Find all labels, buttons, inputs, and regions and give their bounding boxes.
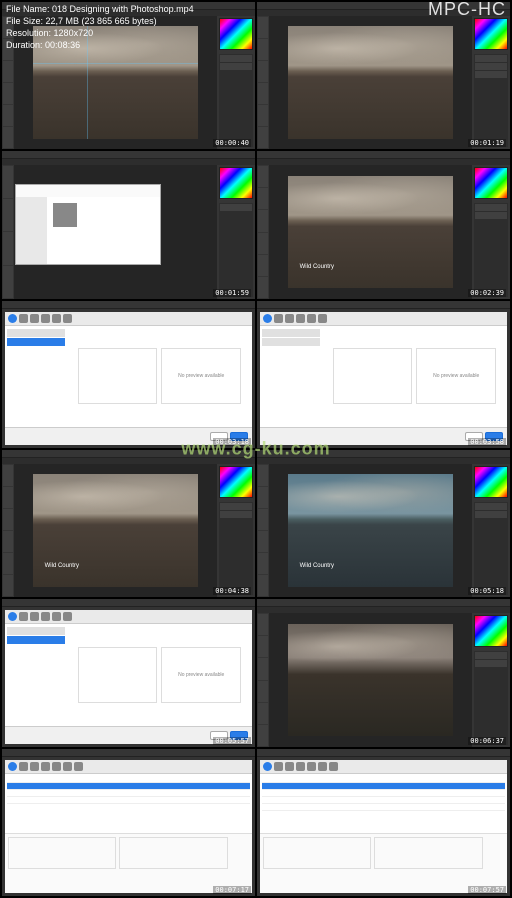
options-box: No preview available — [161, 348, 241, 404]
detail-pane — [5, 833, 252, 893]
app-icon — [263, 762, 272, 771]
photoshop-window: Wild Country — [257, 151, 510, 298]
file-thumb-icon — [53, 203, 77, 227]
app-icon — [8, 612, 17, 621]
finder-content — [47, 197, 160, 264]
dialog: No preview available — [5, 312, 252, 445]
thumbnail[interactable]: 00:01:59 — [2, 151, 255, 298]
preview-box — [78, 647, 158, 703]
timestamp: 00:07:17 — [213, 886, 251, 894]
list-row[interactable] — [7, 797, 250, 804]
thumbnail[interactable]: Wild Country 00:05:18 — [257, 450, 510, 597]
app-window: No preview available — [257, 301, 510, 448]
timestamp: 00:01:19 — [468, 139, 506, 147]
app-window: No preview available — [2, 301, 255, 448]
app-title: MPC-HC — [428, 3, 506, 51]
thumbnail[interactable]: No preview available 00:03:18 — [2, 301, 255, 448]
preview-box — [78, 348, 158, 404]
photoshop-window — [257, 599, 510, 746]
app-icon — [8, 314, 17, 323]
thumbnail[interactable]: 00:07:17 — [2, 749, 255, 896]
photoshop-window — [2, 151, 255, 298]
timestamp: 00:01:59 — [213, 289, 251, 297]
dialog-sidebar — [5, 326, 67, 427]
timestamp: 00:04:38 — [213, 587, 251, 595]
photoshop-window: Wild Country — [257, 450, 510, 597]
timestamp: 00:06:37 — [468, 737, 506, 745]
timestamp: 00:05:18 — [468, 587, 506, 595]
photoshop-window: Wild Country — [2, 450, 255, 597]
timestamp: 00:07:57 — [468, 886, 506, 894]
thumbnail[interactable]: Wild Country 00:02:39 — [257, 151, 510, 298]
timestamp: 00:00:40 — [213, 139, 251, 147]
file-info-block: File Name: 018 Designing with Photoshop.… — [6, 3, 194, 51]
thumbnail[interactable]: No preview available 00:05:57 — [2, 599, 255, 746]
list-dialog — [5, 760, 252, 893]
options-box: No preview available — [161, 647, 241, 703]
options-box: No preview available — [416, 348, 496, 404]
list-row[interactable] — [262, 797, 505, 804]
thumbnail[interactable]: 00:07:57 — [257, 749, 510, 896]
thumbnail[interactable]: 00:06:37 — [257, 599, 510, 746]
app-icon — [263, 314, 272, 323]
finder-sidebar — [16, 197, 48, 264]
layers-panel — [219, 54, 253, 147]
app-icon — [8, 762, 17, 771]
app-window — [257, 749, 510, 896]
timestamp: 00:02:39 — [468, 289, 506, 297]
dialog-main: No preview available — [67, 326, 252, 427]
timestamp: 00:03:18 — [213, 438, 251, 446]
file-list — [5, 774, 252, 833]
thumbnail-grid: 00:00:40 00:01:19 00:01:59 — [0, 0, 512, 898]
preview-box — [333, 348, 413, 404]
thumbnail[interactable]: Wild Country 00:04:38 — [2, 450, 255, 597]
list-row[interactable] — [7, 790, 250, 797]
finder-dialog — [15, 184, 162, 265]
image-caption: Wild Country — [300, 264, 334, 270]
image-caption: Wild Country — [45, 563, 79, 569]
image-caption: Wild Country — [300, 563, 334, 569]
list-row[interactable] — [262, 776, 505, 783]
video-info-header: File Name: 018 Designing with Photoshop.… — [0, 0, 512, 54]
list-row[interactable] — [262, 790, 505, 797]
list-row[interactable] — [262, 804, 505, 811]
app-window: No preview available — [2, 599, 255, 746]
list-row[interactable] — [7, 776, 250, 783]
timestamp: 00:03:58 — [468, 438, 506, 446]
dialog-toolbar — [5, 312, 252, 326]
timestamp: 00:05:57 — [213, 737, 251, 745]
thumbnail[interactable]: No preview available 00:03:58 — [257, 301, 510, 448]
list-row-selected[interactable] — [7, 783, 250, 790]
list-row-selected[interactable] — [262, 783, 505, 790]
app-window — [2, 749, 255, 896]
